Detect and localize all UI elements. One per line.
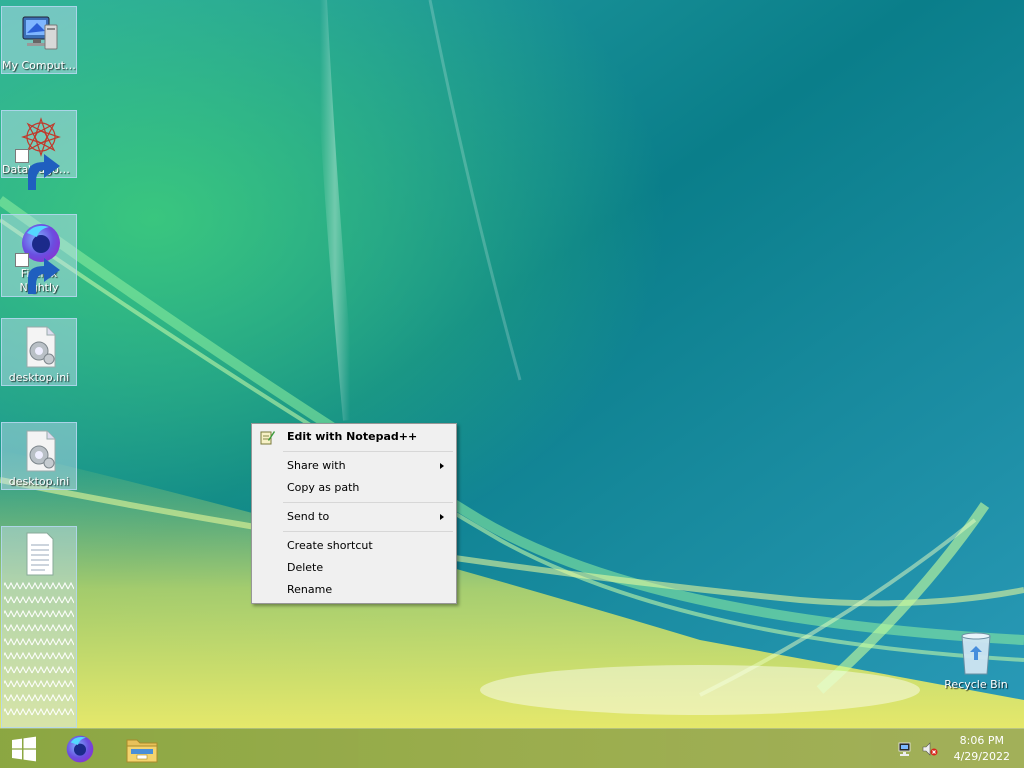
menu-separator xyxy=(283,502,453,503)
taskbar-file-explorer[interactable] xyxy=(118,729,166,768)
menu-separator xyxy=(283,451,453,452)
menu-separator xyxy=(283,531,453,532)
taskbar-firefox-nightly[interactable] xyxy=(56,729,104,768)
desktop-icon-desktop-ini-1[interactable]: desktop.ini xyxy=(1,318,77,386)
menu-item-rename[interactable]: Rename xyxy=(254,579,454,601)
clock-time: 8:06 PM xyxy=(959,734,1004,747)
desktop-icon-label: desktop.ini xyxy=(8,371,70,384)
desktop-icon-firefox-nightly[interactable]: Firefox Nightly xyxy=(1,214,77,297)
clock[interactable]: 8:06 PM 4/29/2022 xyxy=(954,733,1010,765)
menu-item-edit-with-notepadpp[interactable]: Edit with Notepad++ xyxy=(254,426,454,448)
recycle-bin-label: Recycle Bin xyxy=(944,678,1008,691)
desktop-icon-label: My Computer xyxy=(2,59,76,72)
network-icon[interactable] xyxy=(898,741,914,757)
menu-item-copy-as-path[interactable]: Copy as path xyxy=(254,477,454,499)
desktop-icon-label: desktop.ini xyxy=(8,475,70,488)
menu-item-send-to[interactable]: Send to xyxy=(254,506,454,528)
firefox-nightly-icon xyxy=(15,219,63,294)
menu-item-label: Rename xyxy=(287,583,333,596)
menu-item-label: Edit with Notepad++ xyxy=(287,430,418,443)
desktop-wallpaper xyxy=(0,0,1024,728)
context-menu: Edit with Notepad++ Share with Copy as p… xyxy=(251,423,457,604)
taskbar: 8:06 PM 4/29/2022 xyxy=(0,728,1024,768)
desktop-icon-datawagon[interactable]: DataWagon... xyxy=(1,110,77,190)
menu-item-label: Copy as path xyxy=(287,481,360,494)
menu-item-share-with[interactable]: Share with xyxy=(254,455,454,477)
menu-item-label: Create shortcut xyxy=(287,539,373,552)
computer-icon xyxy=(15,11,63,59)
desktop-icon-desktop-ini-2[interactable]: desktop.ini xyxy=(1,422,77,490)
menu-item-delete[interactable]: Delete xyxy=(254,557,454,579)
desktop-icon-text-file[interactable] xyxy=(1,526,77,728)
shortcut-arrow-icon xyxy=(15,253,60,294)
desktop-icon-recycle-bin[interactable]: Recycle Bin xyxy=(941,630,1011,691)
clock-date: 4/29/2022 xyxy=(953,750,1010,763)
file-explorer-icon xyxy=(126,739,158,763)
windows-logo-icon xyxy=(12,736,36,762)
shortcut-arrow-icon xyxy=(15,149,60,190)
text-file-icon xyxy=(15,531,63,579)
recycle-bin-icon xyxy=(961,632,991,675)
settings-file-icon xyxy=(15,323,63,371)
start-button[interactable] xyxy=(0,729,48,768)
submenu-arrow-icon xyxy=(440,514,444,520)
menu-item-label: Delete xyxy=(287,561,324,574)
icon-name-glyph-pattern xyxy=(4,581,74,717)
desktop-icon-my-computer[interactable]: My Computer xyxy=(1,6,77,74)
menu-item-create-shortcut[interactable]: Create shortcut xyxy=(254,535,454,557)
firefox-nightly-icon xyxy=(66,735,94,763)
settings-file-icon xyxy=(15,427,63,475)
datawagon-icon xyxy=(15,115,63,190)
volume-muted-icon[interactable] xyxy=(922,741,938,757)
notepadpp-icon xyxy=(259,429,275,445)
menu-item-label: Share with xyxy=(287,459,346,472)
menu-item-label: Send to xyxy=(287,510,330,523)
submenu-arrow-icon xyxy=(440,463,444,469)
